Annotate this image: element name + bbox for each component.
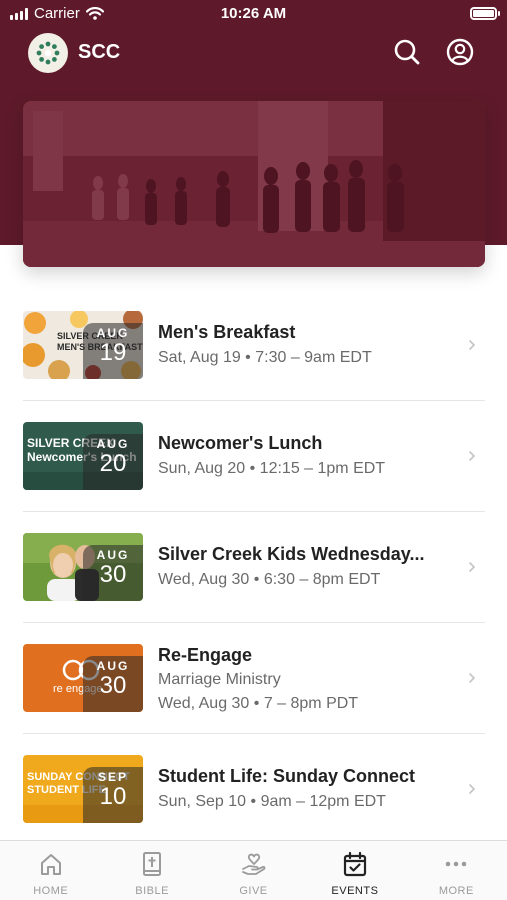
event-title: Newcomer's Lunch — [158, 433, 323, 453]
church-logo[interactable] — [28, 33, 68, 73]
tab-label: GIVE — [239, 885, 268, 897]
date-badge: AUG 20 — [83, 434, 143, 490]
logo-icon — [36, 41, 60, 65]
hero-photo — [23, 101, 485, 267]
event-row-mens-breakfast[interactable]: SILVER CREEK MEN'S BREAKFAST AUG 19 Men'… — [23, 290, 485, 401]
tab-more[interactable]: MORE — [406, 841, 507, 900]
event-row-newcomers-lunch[interactable]: SILVER CREEK Newcomer's Lunch AUG 20 New… — [23, 401, 485, 512]
tab-give[interactable]: GIVE — [203, 841, 304, 900]
event-row-kids-wednesday[interactable]: AUG 30 Silver Creek Kids Wednesday... We… — [23, 512, 485, 623]
tab-label: MORE — [438, 885, 474, 897]
event-row-re-engage[interactable]: re engage AUG 30 Re-Engage Marriage Mini… — [23, 623, 485, 734]
chevron-right-icon — [469, 673, 476, 683]
event-title: Student Life: Sunday Connect — [158, 766, 416, 786]
bottom-tab-bar: HOME BIBLE GIVE EVENTS MORE — [0, 840, 507, 900]
chevron-right-icon — [469, 451, 476, 461]
battery-icon — [470, 7, 500, 20]
tab-label: HOME — [33, 885, 69, 897]
event-subtitle: Marriage Ministry — [158, 671, 281, 688]
date-badge: SEP 10 — [83, 767, 143, 823]
event-datetime: Wed, Aug 30 • 6:30 – 8pm EDT — [158, 571, 381, 588]
app-title: SCC — [78, 41, 121, 63]
date-badge: AUG 19 — [83, 323, 143, 379]
app-header: SCC — [0, 30, 507, 76]
event-thumbnail: re engage AUG 30 — [23, 644, 143, 712]
status-time: 10:26 AM — [220, 5, 287, 22]
chevron-right-icon — [469, 340, 476, 350]
home-icon — [40, 854, 61, 875]
event-title: Silver Creek Kids Wednesday... — [158, 544, 425, 564]
event-thumbnail: AUG 30 — [23, 533, 143, 601]
event-datetime: Sun, Sep 10 • 9am – 12pm EDT — [158, 793, 386, 810]
bible-icon — [143, 852, 162, 876]
tab-bible[interactable]: BIBLE — [101, 841, 202, 900]
event-thumbnail: SILVER CREEK MEN'S BREAKFAST AUG 19 — [23, 311, 143, 379]
calendar-icon — [343, 851, 367, 877]
tab-events[interactable]: EVENTS — [304, 841, 405, 900]
account-button[interactable] — [445, 37, 475, 67]
status-bar: Carrier 10:26 AM — [0, 0, 507, 28]
event-datetime: Sun, Aug 20 • 12:15 – 1pm EDT — [158, 460, 386, 477]
tab-home[interactable]: HOME — [0, 841, 101, 900]
event-title: Men's Breakfast — [158, 322, 296, 342]
date-badge: AUG 30 — [83, 545, 143, 601]
tab-label: EVENTS — [331, 885, 379, 897]
event-row-student-life[interactable]: SUNDAY CONNECT STUDENT LIFE SEP 10 Stude… — [23, 734, 485, 845]
chevron-right-icon — [469, 562, 476, 572]
event-title: Re-Engage — [158, 645, 253, 665]
search-icon — [394, 39, 420, 65]
more-icon — [446, 861, 467, 867]
event-thumbnail: SUNDAY CONNECT STUDENT LIFE SEP 10 — [23, 755, 143, 823]
chevron-right-icon — [469, 784, 476, 794]
event-datetime: Wed, Aug 30 • 7 – 8pm PDT — [158, 695, 359, 712]
date-badge: AUG 30 — [83, 656, 143, 712]
event-thumbnail: SILVER CREEK Newcomer's Lunch AUG 20 — [23, 422, 143, 490]
profile-icon — [446, 38, 474, 66]
event-datetime: Sat, Aug 19 • 7:30 – 9am EDT — [158, 349, 372, 366]
give-icon — [241, 853, 265, 875]
hero-image[interactable] — [23, 101, 485, 267]
search-button[interactable] — [392, 37, 422, 67]
tab-label: BIBLE — [135, 885, 169, 897]
